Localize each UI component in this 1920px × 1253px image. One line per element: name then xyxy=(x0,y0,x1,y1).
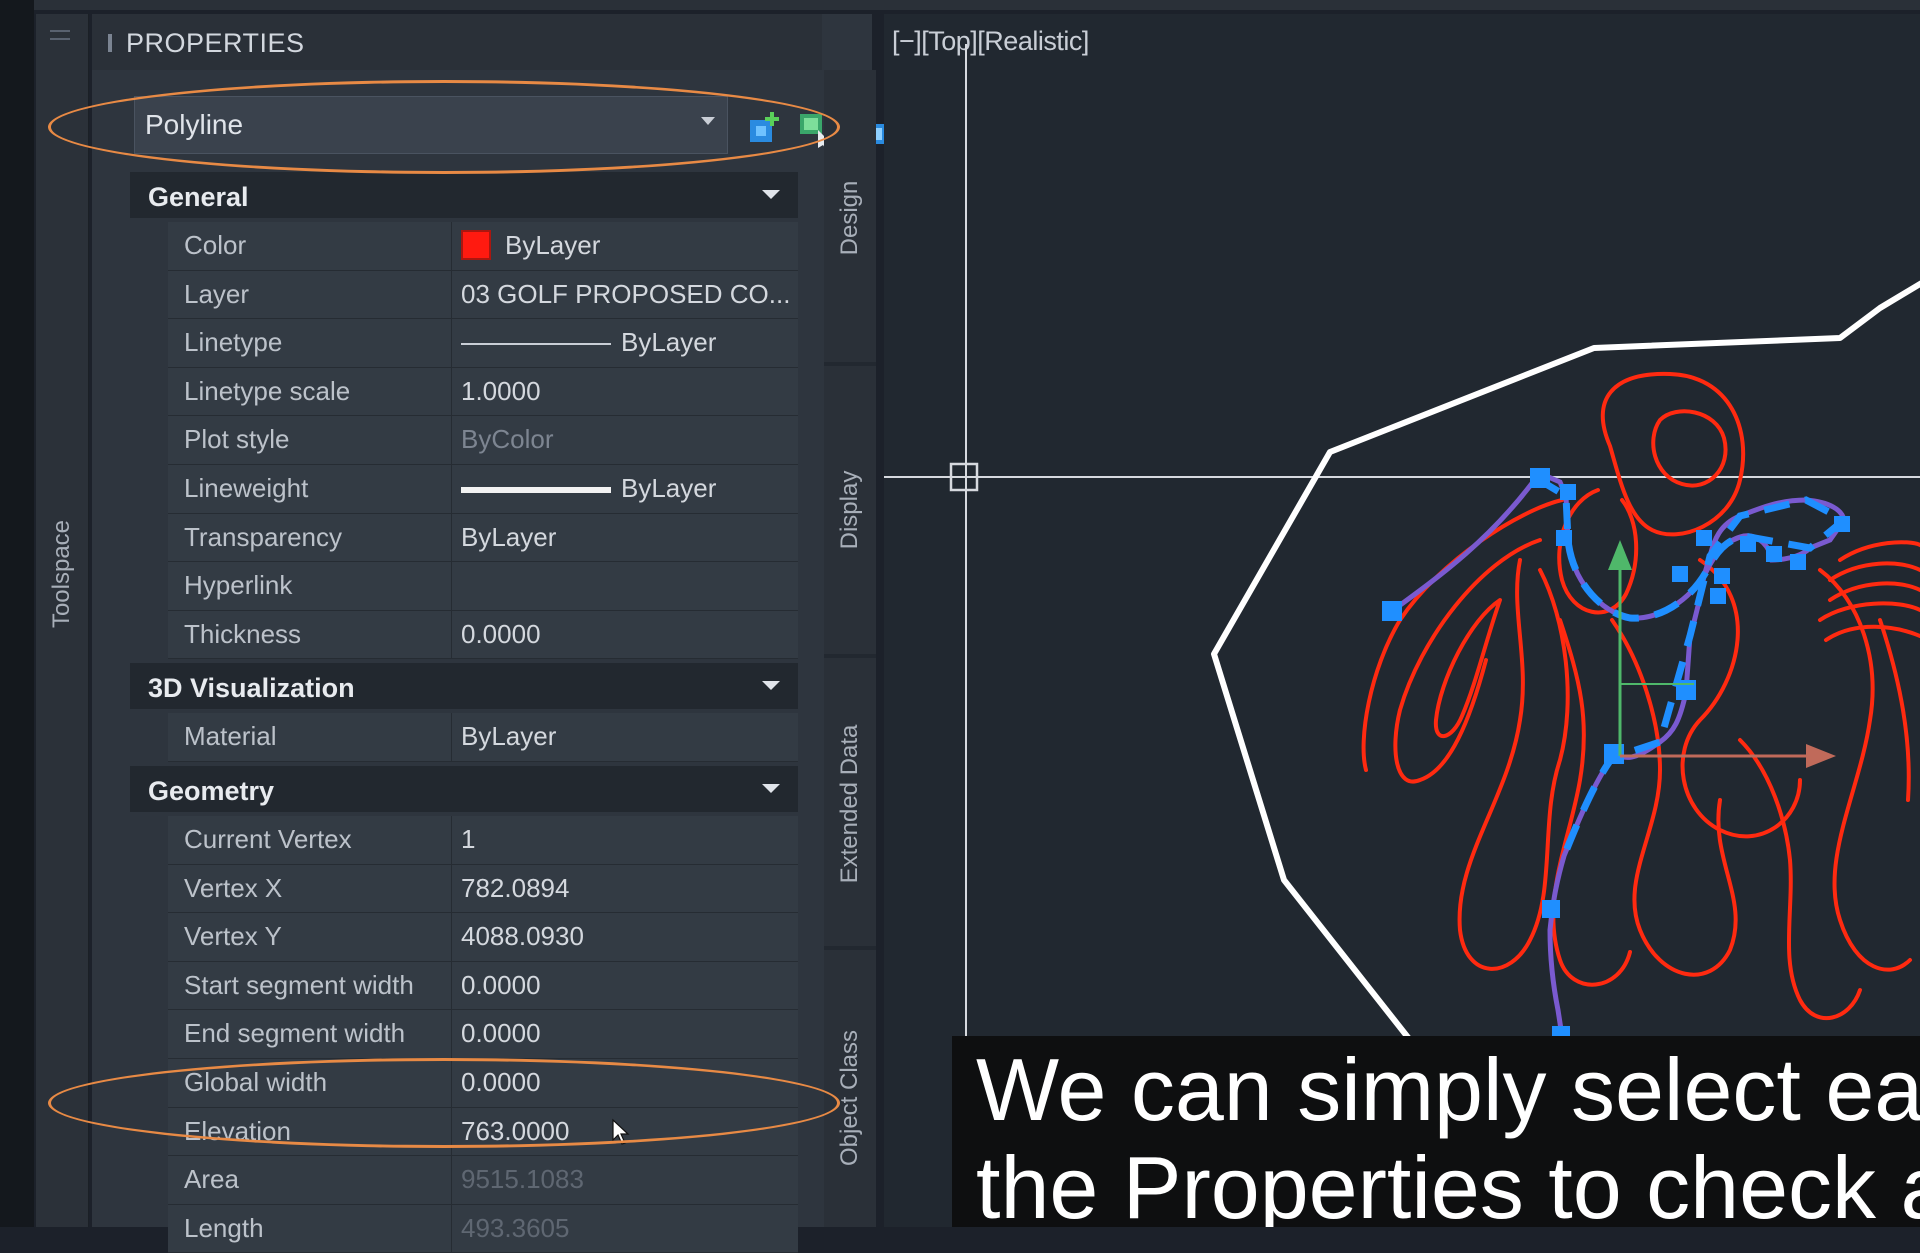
property-row-vertex-x[interactable]: Vertex X 782.0894 xyxy=(168,864,798,914)
property-row-start-segment-width[interactable]: Start segment width 0.0000 xyxy=(168,961,798,1011)
color-value: ByLayer xyxy=(505,230,601,260)
property-label: Start segment width xyxy=(168,961,452,1010)
top-strip xyxy=(0,0,1920,10)
caption-line-2: the Properties to check a xyxy=(976,1138,1920,1228)
linetype-preview xyxy=(461,343,611,346)
property-row-linetype[interactable]: Linetype ByLayer xyxy=(168,319,798,368)
property-label: Current Vertex xyxy=(168,815,452,864)
highlight-ellipse-elevation xyxy=(48,1058,840,1148)
toolspace-label: Toolspace xyxy=(48,519,75,629)
properties-palette: PROPERTIES Polyline General Color ByLaye… xyxy=(92,14,886,1253)
property-label: Lineweight xyxy=(168,464,452,513)
palette-title: PROPERTIES xyxy=(126,28,305,58)
property-value[interactable]: 0.0000 xyxy=(453,1010,798,1058)
property-value[interactable]: ByLayer xyxy=(453,514,798,562)
tab-extended-data[interactable]: Extended Data xyxy=(836,725,864,884)
section-geometry[interactable]: Geometry xyxy=(130,765,798,812)
property-value: 9515.1083 xyxy=(461,1164,584,1195)
left-edge xyxy=(0,0,34,1227)
property-row-current-vertex[interactable]: Current Vertex 1 xyxy=(168,815,798,865)
property-label: Thickness xyxy=(168,610,452,659)
property-row-length[interactable]: Length 493.3605 xyxy=(168,1204,798,1253)
property-value[interactable]: ByLayer xyxy=(453,713,798,761)
property-label: End segment width xyxy=(168,1010,452,1058)
property-label: Color xyxy=(168,222,452,270)
property-value: ByColor xyxy=(461,424,554,455)
tab-object-class[interactable]: Object Class xyxy=(836,1030,864,1166)
property-row-area[interactable]: Area 9515.1083 xyxy=(168,1156,798,1205)
collapse-chevron-icon[interactable] xyxy=(762,190,780,199)
property-value[interactable]: ByLayer xyxy=(453,319,798,367)
property-label: Plot style xyxy=(168,416,452,464)
property-value[interactable]: 1 xyxy=(453,816,798,864)
tab-design[interactable]: Design xyxy=(836,181,864,256)
property-label: Hyperlink xyxy=(168,562,452,610)
property-row-plot-style[interactable]: Plot style ByColor xyxy=(168,416,798,465)
highlight-ellipse-object-type xyxy=(48,80,840,174)
tab-separator xyxy=(824,654,876,658)
property-value[interactable]: 0.0000 xyxy=(453,611,798,659)
collapse-chevron-icon[interactable] xyxy=(762,783,780,793)
contour-lines xyxy=(1361,371,1920,1020)
section-general[interactable]: General xyxy=(130,172,798,218)
property-row-layer[interactable]: Layer 03 GOLF PROPOSED CO... xyxy=(168,270,798,320)
property-label: Linetype scale xyxy=(168,367,452,416)
caption-line-1: We can simply select eac xyxy=(976,1040,1920,1139)
property-row-transparency[interactable]: Transparency ByLayer xyxy=(168,513,798,563)
property-value[interactable]: ByLayer xyxy=(453,222,798,270)
property-label: Material xyxy=(168,713,452,761)
property-row-linetype-scale[interactable]: Linetype scale 1.0000 xyxy=(168,367,798,417)
property-label: Transparency xyxy=(168,513,452,562)
property-row-thickness[interactable]: Thickness 0.0000 xyxy=(168,610,798,660)
section-3d-visualization[interactable]: 3D Visualization xyxy=(130,663,798,710)
property-label: Linetype xyxy=(168,319,452,367)
lineweight-preview xyxy=(461,487,611,494)
property-label: Length xyxy=(168,1204,452,1253)
grip-icon[interactable] xyxy=(50,30,70,40)
collapse-chevron-icon[interactable] xyxy=(762,681,780,691)
linetype-value: ByLayer xyxy=(621,327,717,358)
property-value[interactable]: 0.0000 xyxy=(453,962,798,1010)
property-label: Vertex Y xyxy=(168,913,452,961)
tab-separator xyxy=(824,362,876,366)
toolspace-strip[interactable]: Toolspace xyxy=(36,14,89,1227)
tab-display[interactable]: Display xyxy=(836,471,864,550)
property-label: Layer xyxy=(168,270,452,319)
property-value[interactable]: 4088.0930 xyxy=(453,913,798,961)
property-value[interactable]: ByLayer xyxy=(453,465,798,513)
section-title: 3D Visualization xyxy=(148,673,355,704)
property-row-end-segment-width[interactable]: End segment width 0.0000 xyxy=(168,1010,798,1059)
video-caption: We can simply select eac the Properties … xyxy=(952,1036,1920,1227)
title-grip xyxy=(108,34,112,52)
property-label: Area xyxy=(168,1156,452,1204)
color-swatch xyxy=(461,230,491,261)
property-row-vertex-y[interactable]: Vertex Y 4088.0930 xyxy=(168,913,798,962)
section-title: General xyxy=(148,182,249,212)
palette-title-bar[interactable]: PROPERTIES xyxy=(92,14,822,70)
property-value[interactable]: 1.0000 xyxy=(453,368,798,416)
property-row-material[interactable]: Material ByLayer xyxy=(168,713,798,762)
lineweight-value: ByLayer xyxy=(621,472,717,503)
property-row-lineweight[interactable]: Lineweight ByLayer xyxy=(168,464,798,514)
section-title: Geometry xyxy=(148,775,275,806)
tab-separator xyxy=(824,946,876,950)
property-value[interactable]: 782.0894 xyxy=(453,865,798,913)
property-value: 493.3605 xyxy=(461,1212,570,1243)
property-value[interactable] xyxy=(453,562,798,610)
property-value[interactable]: 03 GOLF PROPOSED CO... xyxy=(453,271,798,319)
property-row-color[interactable]: Color ByLayer xyxy=(168,222,798,271)
property-row-hyperlink[interactable]: Hyperlink xyxy=(168,562,798,611)
property-label: Vertex X xyxy=(168,864,452,913)
